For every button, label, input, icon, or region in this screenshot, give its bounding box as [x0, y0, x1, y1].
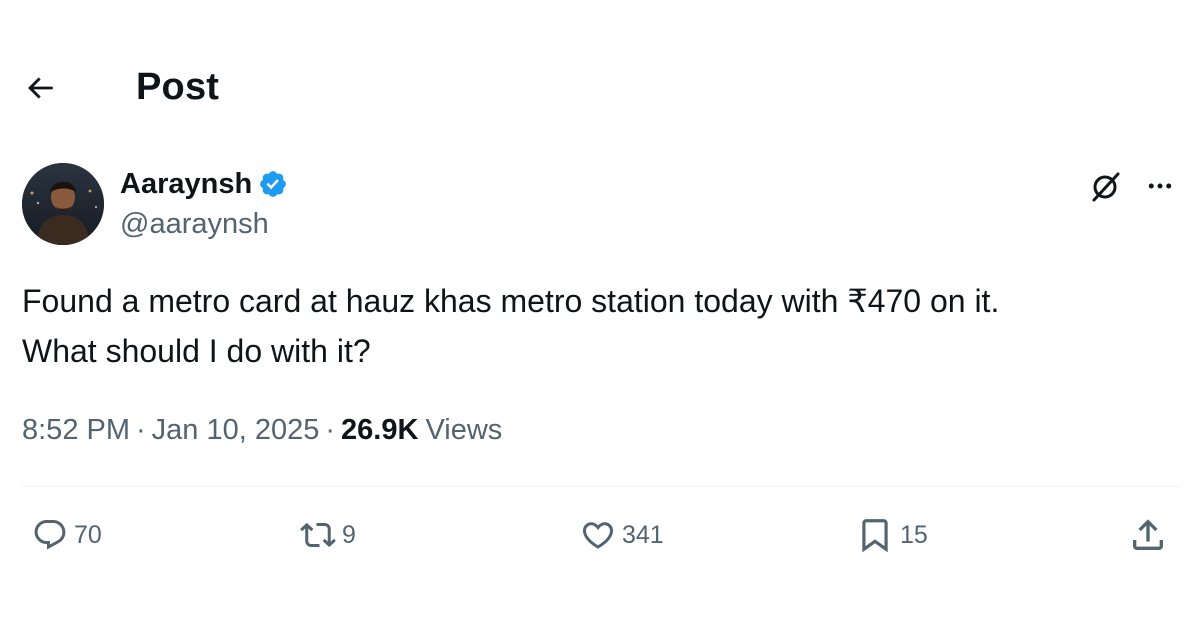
- post-meta: 8:52 PM · Jan 10, 2025 · 26.9K Views: [22, 410, 502, 450]
- back-button[interactable]: [20, 68, 60, 108]
- like-count: 341: [622, 520, 664, 549]
- repost-button[interactable]: 9: [300, 512, 356, 558]
- repost-icon: [300, 522, 336, 548]
- meta-separator: ·: [325, 414, 336, 446]
- reply-count: 70: [74, 520, 102, 549]
- repost-count: 9: [342, 520, 356, 549]
- post-date[interactable]: Jan 10, 2025: [152, 410, 320, 450]
- post-text: Found a metro card at hauz khas metro st…: [22, 276, 1172, 376]
- bookmark-count: 15: [900, 520, 928, 549]
- share-icon: [1133, 519, 1163, 550]
- avatar[interactable]: [22, 163, 104, 245]
- post-text-line: Found a metro card at hauz khas metro st…: [22, 283, 1000, 319]
- more-options-button[interactable]: [1140, 166, 1180, 206]
- divider: [22, 486, 1180, 487]
- more-horizontal-icon: [1148, 183, 1172, 189]
- views-count: 26.9K: [341, 414, 419, 446]
- reply-button[interactable]: 70: [32, 512, 102, 558]
- views-label: Views: [425, 414, 503, 446]
- bookmark-button[interactable]: 15: [856, 512, 928, 558]
- heart-icon: [582, 522, 614, 549]
- like-button[interactable]: 341: [580, 512, 664, 558]
- verified-badge-icon: [258, 169, 288, 199]
- post-time[interactable]: 8:52 PM: [22, 410, 130, 450]
- page-title: Post: [136, 66, 220, 108]
- avatar-photo: [22, 163, 104, 245]
- author-handle[interactable]: @aaraynsh: [120, 206, 269, 242]
- share-button[interactable]: [1128, 512, 1168, 558]
- author-display-name[interactable]: Aaraynsh: [120, 166, 252, 202]
- post-text-line: What should I do with it?: [22, 333, 371, 369]
- bookmark-icon: [862, 519, 888, 553]
- meta-separator: ·: [136, 414, 146, 446]
- grok-icon: [1092, 172, 1120, 202]
- arrow-left-icon: [28, 77, 53, 99]
- grok-button[interactable]: [1086, 166, 1126, 206]
- reply-icon: [34, 520, 66, 550]
